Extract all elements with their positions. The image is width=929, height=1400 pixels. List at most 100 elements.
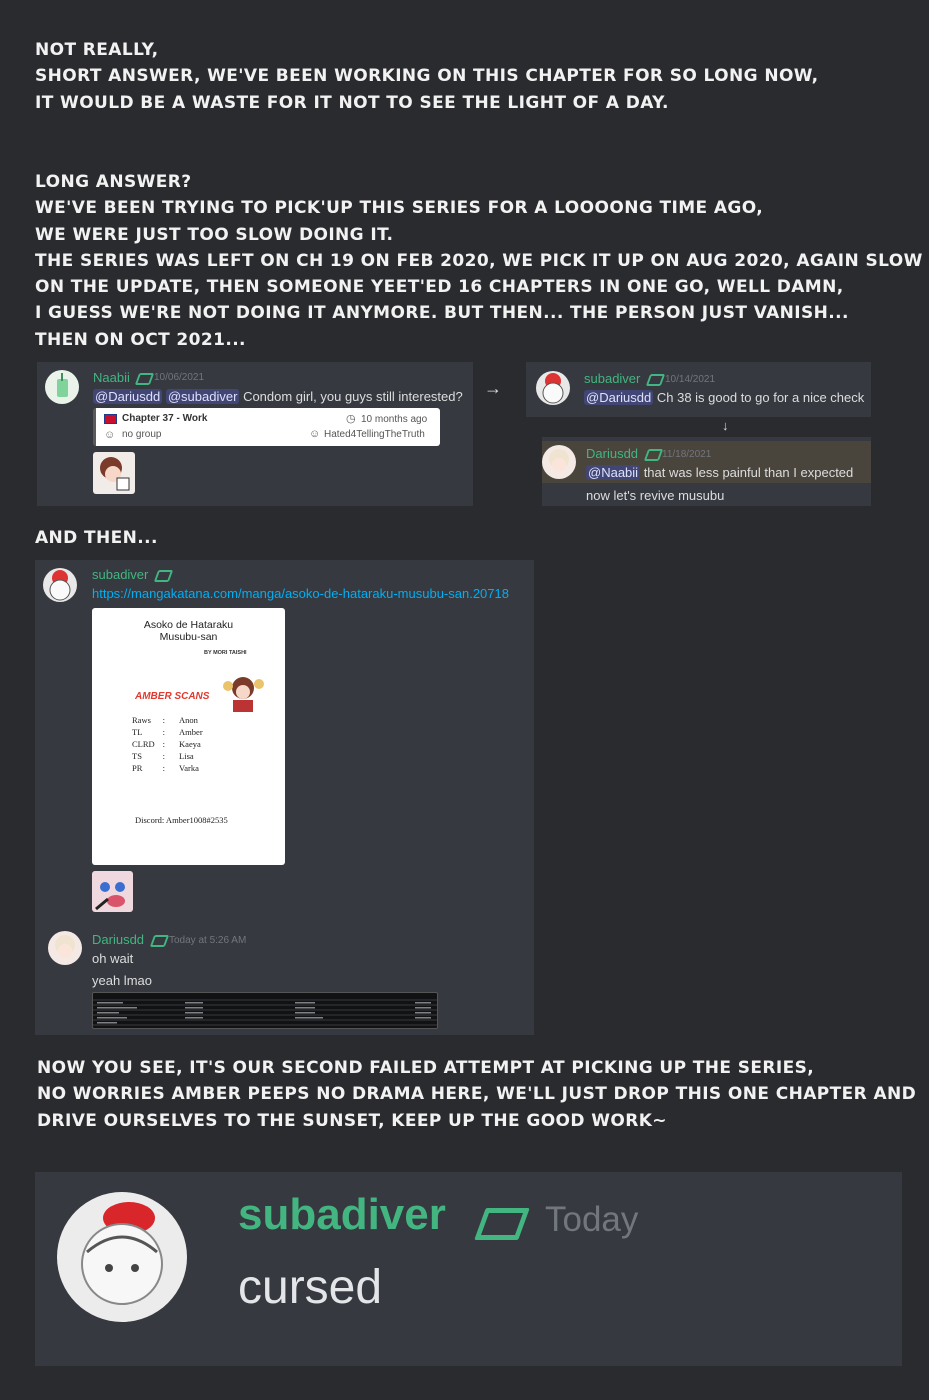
message-text: @Naabii that was less painful than I exp… (586, 465, 853, 480)
title-line: Asoko de Hataraku (143, 619, 234, 631)
role: CLRD (132, 739, 155, 749)
anime-reaction-image[interactable] (92, 871, 133, 912)
drink-avatar-icon (57, 373, 68, 397)
timestamp: 11/18/2021 (662, 449, 712, 460)
table-rows-graphic (93, 999, 437, 1026)
credits-title: Asoko de Hataraku Musubu-san (92, 619, 285, 643)
username[interactable]: subadiver (584, 371, 640, 386)
sep: : (162, 751, 166, 761)
username[interactable]: subadiver (238, 1190, 446, 1240)
discord-message-dariusdd: Dariusdd 11/18/2021 @Naabii that was les… (542, 437, 871, 506)
role: TS (132, 751, 142, 761)
message-body: Condom girl, you guys still interested? (243, 389, 463, 404)
credits-page-image[interactable]: Asoko de Hataraku Musubu-san BY MORI TAI… (92, 608, 285, 865)
name: Amber (179, 727, 203, 737)
chapter-title: Chapter 37 - Work (122, 413, 208, 424)
name: Anon (179, 715, 198, 725)
message-text: cursed (238, 1261, 383, 1314)
uploader-name: Hated4TellingTheTruth (324, 429, 425, 440)
credit-row: TL: Amber (132, 726, 211, 738)
name: Lisa (179, 751, 194, 761)
narration-line: WE WERE JUST TOO SLOW DOING IT. (35, 224, 394, 245)
avatar[interactable] (542, 445, 576, 479)
narration-line: LONG ANSWER? (35, 172, 192, 192)
role: TL (132, 727, 143, 737)
narration-line: IT WOULD BE A WASTE FOR IT NOT TO SEE TH… (35, 92, 669, 113)
manga-link[interactable]: https://mangakatana.com/manga/asoko-de-h… (92, 586, 509, 601)
anime-sticker-image[interactable] (93, 452, 135, 494)
avatar[interactable] (536, 371, 570, 405)
upload-time: 10 months ago (361, 414, 428, 425)
mention[interactable]: @Dariusdd (584, 390, 654, 405)
message-text: yeah lmao (92, 973, 152, 988)
narration-line: NO WORRIES AMBER PEEPS NO DRAMA HERE, WE… (37, 1084, 917, 1105)
timestamp: 10/06/2021 (154, 372, 205, 383)
mention[interactable]: @subadiver (165, 389, 240, 404)
mention[interactable]: @Dariusdd (93, 389, 163, 404)
message-text: @Dariusdd Ch 38 is good to go for a nice… (584, 390, 864, 405)
outro-narration: NOW YOU SEE, IT'S OUR SECOND FAILED ATTE… (37, 1055, 916, 1134)
credit-row: TS: Lisa (132, 750, 211, 762)
narration-line: NOW YOU SEE, IT'S OUR SECOND FAILED ATTE… (37, 1058, 815, 1078)
intro-narration: NOT REALLY, SHORT ANSWER, WE'VE BEEN WOR… (35, 37, 818, 116)
credits-table: Raws: Anon TL: Amber CLRD: Kaeya TS: Lisa PR… (132, 714, 211, 774)
avatar[interactable] (45, 370, 79, 404)
message-text: @Dariusdd @subadiver Condom girl, you gu… (93, 389, 463, 404)
sep: : (162, 739, 166, 749)
book-badge-icon (645, 374, 666, 386)
timestamp: 10/14/2021 (665, 374, 716, 385)
name: Kaeya (179, 739, 201, 749)
avatar[interactable] (57, 1192, 187, 1322)
narration-line: THEN ON OCT 2021... (35, 329, 246, 350)
uk-flag-icon (104, 414, 117, 424)
user-icon: ☺ (309, 428, 321, 440)
chapter-embed-card[interactable]: Chapter 37 - Work ☺ no group ◷ 10 months… (93, 408, 440, 446)
discord-message-subadiver: subadiver 10/14/2021 @Dariusdd Ch 38 is … (526, 362, 871, 417)
credit-row: CLRD: Kaeya (132, 738, 211, 750)
avatar[interactable] (43, 568, 77, 602)
message-body: that was less painful than I expected (643, 465, 854, 480)
sep: : (162, 715, 166, 725)
username[interactable]: Dariusdd (586, 446, 638, 461)
right-arrow-icon: → (484, 378, 502, 398)
long-answer-narration: LONG ANSWER? WE'VE BEEN TRYING TO PICK'U… (35, 169, 923, 353)
narration-line: THE SERIES WAS LEFT ON CH 19 ON FEB 2020… (35, 250, 923, 271)
narration-line: DRIVE OURSELVES TO THE SUNSET, KEEP UP T… (37, 1110, 667, 1131)
message-body: Ch 38 is good to go for a nice check (656, 390, 865, 405)
discord-message-zoomed: subadiver Today cursed (35, 1172, 902, 1366)
message-text-2: now let's revive musubu (586, 488, 725, 503)
discord-credit: Discord: Amber1008#2535 (135, 815, 228, 825)
message-text: oh wait (92, 951, 134, 966)
credit-row: Raws: Anon (132, 714, 211, 726)
book-badge-icon (153, 570, 174, 582)
group-name: no group (122, 429, 162, 440)
sep: : (162, 727, 166, 737)
group-icon: ☺ (104, 429, 116, 441)
role: PR (132, 763, 143, 773)
narration-line: WE'VE BEEN TRYING TO PICK'UP THIS SERIES… (35, 198, 764, 219)
clock-icon: ◷ (346, 413, 356, 425)
down-arrow-icon: ↓ (722, 418, 729, 433)
title-line: Musubu-san (159, 631, 218, 643)
username[interactable]: Dariusdd (92, 932, 144, 947)
timestamp: Today at 5:26 AM (169, 935, 247, 946)
sep: : (162, 763, 166, 773)
timestamp: Today (545, 1200, 639, 1239)
book-badge-icon (149, 935, 170, 947)
username[interactable]: Naabii (93, 370, 130, 385)
author-credit: BY MORI TAISHI (204, 650, 247, 656)
narration-line: ON THE UPDATE, THEN SOMEONE YEET'ED 16 C… (35, 277, 844, 298)
chibi-characters-icon (223, 677, 264, 712)
narration-line: SHORT ANSWER, WE'VE BEEN WORKING ON THIS… (35, 66, 819, 87)
and-then-narration: AND THEN... (35, 528, 158, 548)
book-badge-icon (474, 1208, 530, 1240)
role: Raws (132, 715, 151, 725)
chapter-list-screenshot[interactable] (92, 992, 438, 1029)
discord-thread: subadiver https://mangakatana.com/manga/… (35, 560, 534, 1035)
avatar[interactable] (48, 931, 82, 965)
name: Varka (179, 763, 199, 773)
username[interactable]: subadiver (92, 567, 148, 582)
narration-line: I GUESS WE'RE NOT DOING IT ANYMORE. BUT … (35, 303, 849, 324)
discord-message-naabii: Naabii 10/06/2021 @Dariusdd @subadiver C… (37, 362, 473, 506)
mention[interactable]: @Naabii (586, 465, 641, 480)
